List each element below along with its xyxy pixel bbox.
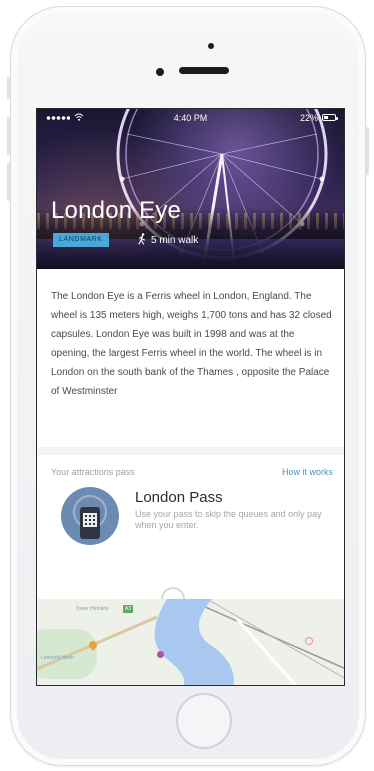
- earpiece-speaker: [179, 67, 229, 74]
- map-label-2: Lambeth North: [41, 655, 75, 661]
- hero-image: 4:40 PM 22% London Eye LANDMARK 5 min wa…: [37, 109, 344, 269]
- status-time: 4:40 PM: [173, 113, 208, 123]
- phone-icon: [80, 507, 100, 539]
- how-it-works-link[interactable]: How it works: [282, 467, 333, 477]
- power-button: [366, 127, 369, 175]
- pass-section-header: Your attractions pass How it works: [51, 467, 333, 477]
- map-river: [37, 599, 344, 685]
- app-screen: 4:40 PM 22% London Eye LANDMARK 5 min wa…: [36, 108, 345, 686]
- mute-switch: [7, 77, 10, 99]
- walk-time: 5 min walk: [137, 233, 198, 248]
- walk-time-label: 5 min walk: [151, 235, 199, 246]
- place-title: London Eye: [51, 197, 182, 224]
- volume-down-button: [7, 163, 10, 201]
- map-poi-dot-icon[interactable]: [157, 651, 164, 658]
- qr-code-icon: [83, 513, 97, 527]
- section-divider: [37, 447, 344, 455]
- status-bar: 4:40 PM 22%: [37, 109, 344, 127]
- pass-card[interactable]: London Pass Use your pass to skip the qu…: [51, 487, 333, 547]
- battery-icon: [322, 114, 338, 121]
- road-number-badge: A3: [123, 605, 133, 613]
- pass-section-heading: Your attractions pass: [51, 467, 135, 477]
- front-camera: [156, 68, 164, 76]
- pass-title: London Pass: [135, 489, 223, 506]
- map-label-1: Tower Hamlets: [75, 606, 109, 612]
- battery-percentage: 22%: [299, 113, 318, 123]
- place-description: The London Eye is a Ferris wheel in Lond…: [51, 291, 332, 397]
- map-poi-icon[interactable]: [305, 637, 313, 645]
- category-badge: LANDMARK: [53, 233, 109, 247]
- map-view[interactable]: Tower Hamlets Lambeth North A3: [37, 599, 344, 685]
- proximity-sensor: [208, 43, 214, 49]
- pass-illustration: [61, 487, 119, 545]
- volume-up-button: [7, 117, 10, 155]
- pass-description: Use your pass to skip the queues and onl…: [135, 509, 322, 530]
- home-button[interactable]: [176, 693, 232, 749]
- walking-person-icon: [138, 233, 146, 245]
